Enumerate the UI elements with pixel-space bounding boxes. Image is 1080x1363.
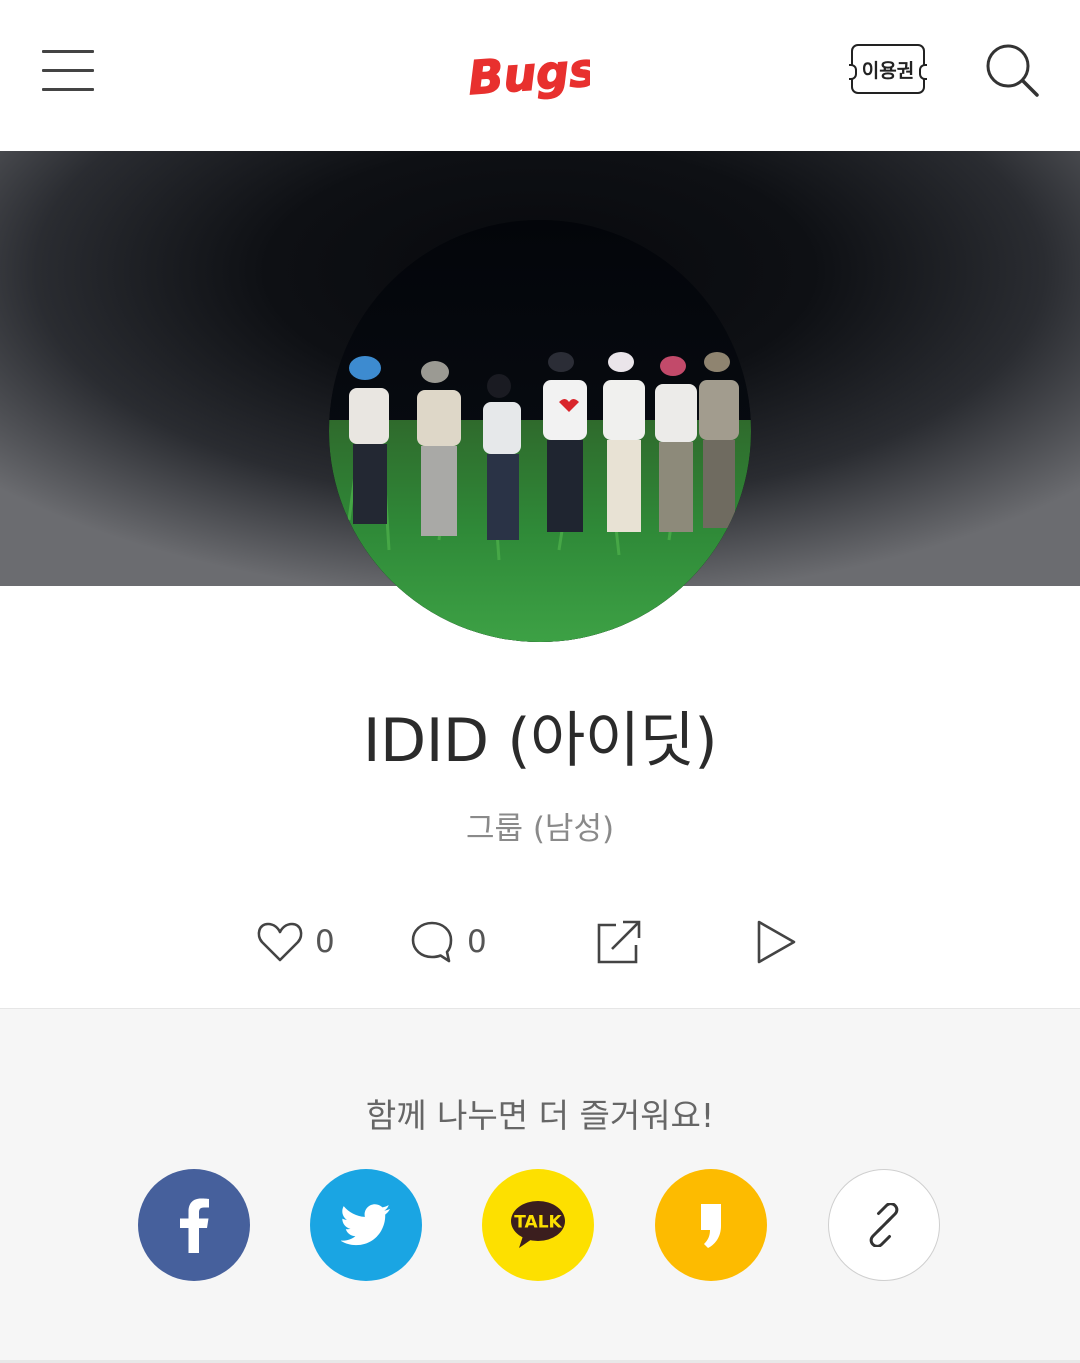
comment-count: 0 [467, 924, 487, 960]
svg-text:Bugs!: Bugs! [466, 42, 590, 100]
search-icon[interactable] [984, 42, 1040, 98]
kakaostory-share-button[interactable] [655, 1169, 767, 1281]
bugs-logo[interactable]: Bugs! [464, 42, 590, 100]
svg-text:TALK: TALK [514, 1213, 562, 1233]
play-button[interactable] [752, 912, 798, 972]
copy-link-button[interactable] [828, 1169, 940, 1281]
artist-name: IDID (아이딧) [362, 706, 718, 776]
twitter-bird-icon [341, 1204, 390, 1246]
share-section: 함께 나누면 더 즐거워요! TALK [0, 1008, 1080, 1363]
hamburger-menu-icon[interactable] [42, 50, 94, 92]
kakaostory-icon [701, 1204, 721, 1248]
comment-button[interactable]: 0 [409, 912, 487, 972]
artist-profile-photo [329, 220, 751, 642]
artist-type: 그룹 (남성) [465, 811, 615, 847]
heart-icon [257, 922, 303, 962]
link-chain-icon [869, 1203, 899, 1247]
kakaotalk-share-button[interactable]: TALK [482, 1169, 594, 1281]
artist-action-bar: 0 0 [0, 912, 1080, 972]
ticket-label: 이용권 [861, 59, 915, 82]
share-external-icon [597, 920, 641, 964]
app-header: Bugs! 이용권 [0, 0, 1080, 151]
kakaotalk-icon: TALK [511, 1201, 565, 1248]
twitter-share-button[interactable] [310, 1169, 422, 1281]
comment-bubble-icon [411, 921, 453, 963]
facebook-share-button[interactable] [138, 1169, 250, 1281]
share-button[interactable] [596, 912, 642, 972]
share-title: 함께 나누면 더 즐거워요! [365, 1096, 715, 1135]
subscription-ticket-button[interactable]: 이용권 [849, 44, 927, 94]
like-count: 0 [315, 924, 335, 960]
facebook-icon [180, 1198, 209, 1253]
play-icon [757, 920, 796, 964]
like-button[interactable]: 0 [257, 912, 335, 972]
